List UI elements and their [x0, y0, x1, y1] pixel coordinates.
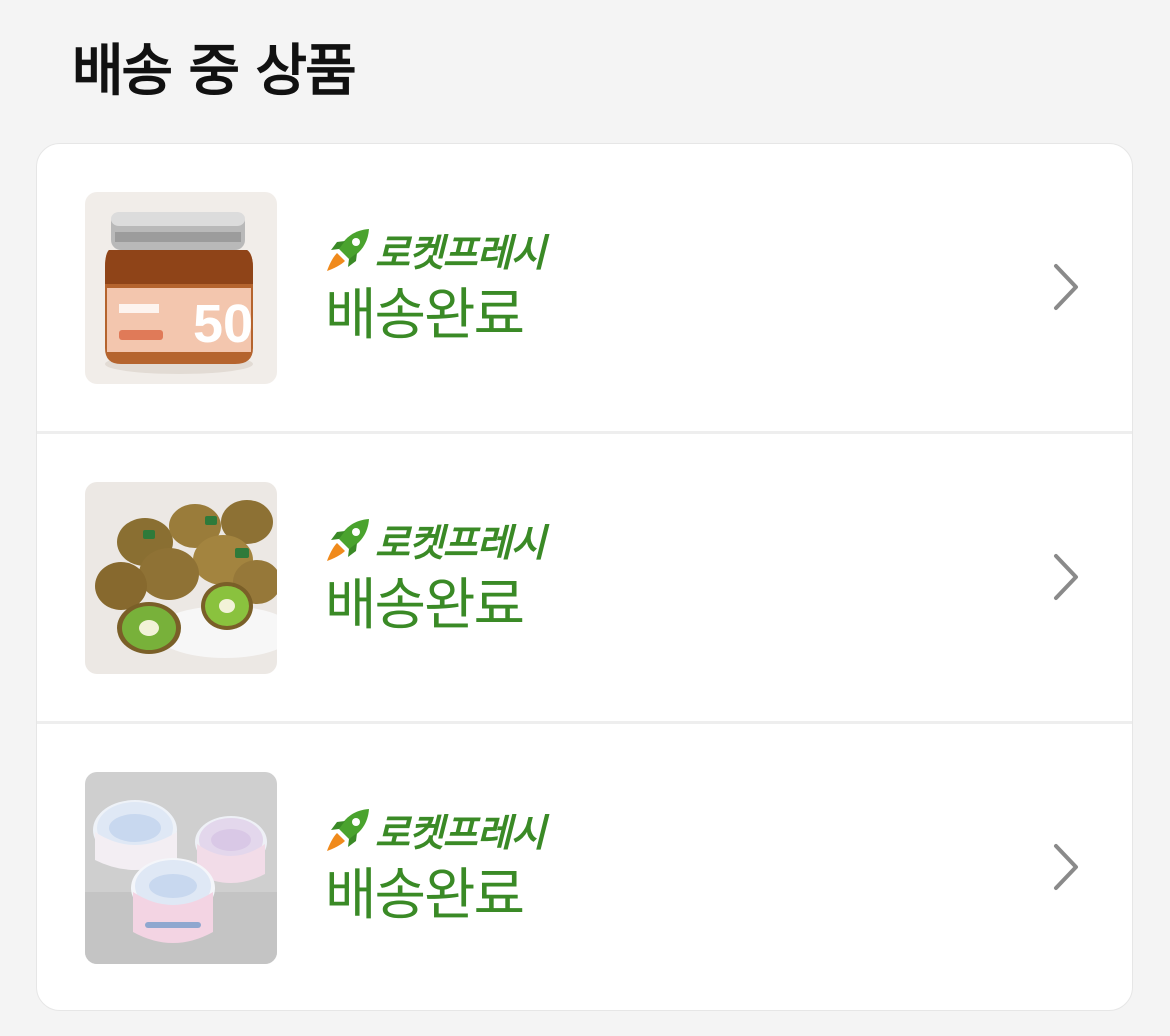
chevron-right-icon[interactable]	[1052, 552, 1080, 602]
list-item[interactable]: 로켓프레시 배송완료	[37, 724, 1132, 1010]
chevron-right-icon[interactable]	[1052, 842, 1080, 892]
item-info: 로켓프레시 배송완료	[325, 514, 546, 638]
delivery-status: 배송완료	[325, 863, 525, 928]
rocket-icon	[327, 519, 369, 561]
delivery-page: 배송 중 상품 50 로켓프레시 배송완료 로켓프레시 배송완료 로켓프레시 배…	[0, 0, 1170, 1036]
product-thumbnail-jam[interactable]: 50	[85, 192, 277, 384]
chevron-right-icon[interactable]	[1052, 262, 1080, 312]
item-info: 로켓프레시 배송완료	[325, 224, 546, 348]
badge-label: 로켓프레시	[375, 520, 546, 565]
rocket-fresh-badge: 로켓프레시	[325, 514, 546, 565]
rocket-icon	[327, 809, 369, 851]
greek-yogurt-image	[85, 772, 277, 964]
delivery-status: 배송완료	[325, 573, 525, 638]
product-thumbnail-kiwi[interactable]	[85, 482, 277, 674]
rocket-fresh-badge: 로켓프레시	[325, 804, 546, 855]
svg-text:50: 50	[193, 294, 253, 354]
kiwi-image	[85, 482, 277, 674]
section-title: 배송 중 상품	[72, 39, 357, 104]
jam-jar-image: 50	[85, 192, 277, 384]
item-info: 로켓프레시 배송완료	[325, 804, 546, 928]
badge-label: 로켓프레시	[375, 810, 546, 855]
delivery-list-card: 50 로켓프레시 배송완료 로켓프레시 배송완료 로켓프레시 배송완료	[36, 143, 1133, 1011]
delivery-status: 배송완료	[325, 283, 525, 348]
badge-label: 로켓프레시	[375, 230, 546, 275]
list-item[interactable]: 50 로켓프레시 배송완료	[37, 144, 1132, 434]
rocket-fresh-badge: 로켓프레시	[325, 224, 546, 275]
rocket-icon	[327, 229, 369, 271]
list-item[interactable]: 로켓프레시 배송완료	[37, 434, 1132, 724]
product-thumbnail-yogurt[interactable]	[85, 772, 277, 964]
